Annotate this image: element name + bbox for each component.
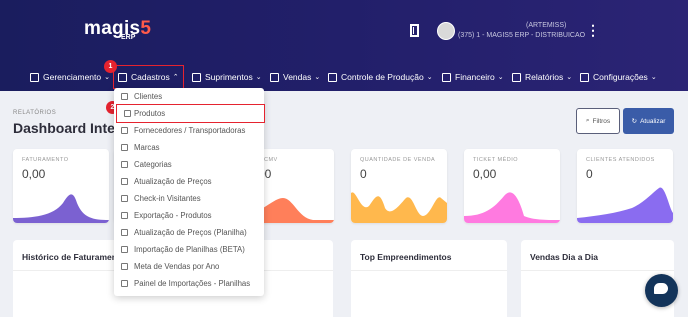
- refresh-icon: ↻: [631, 118, 638, 125]
- export-icon: [121, 212, 128, 219]
- chevron-down-icon: ⌄: [566, 74, 573, 81]
- card-quantidade-venda: QUANTIDADE DE VENDA 0: [351, 149, 447, 223]
- dollar-icon: [270, 72, 279, 82]
- nav-suprimentos[interactable]: Suprimentos ⌄: [192, 66, 262, 88]
- sparkline: [577, 187, 673, 223]
- card-label: CLIENTES ATENDIDOS: [586, 157, 655, 163]
- clipboard-icon: [512, 72, 521, 82]
- refresh-button[interactable]: ↻ Atualizar: [623, 108, 674, 134]
- card-faturamento: FATURAMENTO 0,00: [13, 149, 109, 223]
- main-nav: Gerenciamento ⌄ Cadastros ⌃ Suprimentos ⌄ V…: [0, 65, 688, 89]
- divider: [521, 270, 674, 271]
- top-header: magis5 ERP (ARTEMISS) (375) 1 - MAGIS5 E…: [0, 0, 688, 91]
- panel-title: Top Empreendimentos: [360, 252, 452, 262]
- card-clientes-atendidos: CLIENTES ATENDIDOS 0: [577, 149, 673, 223]
- gear-icon: [580, 72, 589, 82]
- chat-icon[interactable]: [645, 274, 678, 307]
- list-icon: [124, 110, 131, 117]
- users-icon: [121, 93, 128, 100]
- chevron-up-icon: ⌃: [172, 74, 179, 81]
- menu-item-atualizacao-precos-planilha[interactable]: Atualização de Preços (Planilha): [114, 224, 264, 241]
- chart-icon: [30, 72, 39, 82]
- target-icon: [121, 263, 128, 270]
- nav-financeiro[interactable]: Financeiro ⌄: [442, 66, 504, 88]
- card-label: QUANTIDADE DE VENDA: [360, 157, 436, 163]
- nav-relatorios[interactable]: Relatórios ⌄: [512, 66, 572, 88]
- menu-item-checkin-visitantes[interactable]: Check-in Visitantes: [114, 190, 264, 207]
- menu-item-produtos[interactable]: Produtos: [116, 104, 265, 123]
- user-name: (ARTEMISS): [526, 22, 567, 29]
- chevron-down-icon: ⌄: [426, 74, 433, 81]
- card-ticket-medio: TICKET MÉDIO 0,00: [464, 149, 560, 223]
- bank-icon: [442, 72, 451, 82]
- chevron-down-icon: ⌄: [314, 74, 321, 81]
- nav-cadastros[interactable]: Cadastros ⌃: [113, 65, 184, 89]
- truck-icon: [121, 127, 128, 134]
- import-icon: [121, 246, 128, 253]
- panel-title: Histórico de Faturament: [22, 252, 120, 262]
- sparkline: [351, 192, 447, 223]
- page-title: Dashboard Inte: [13, 120, 115, 136]
- avatar[interactable]: [437, 22, 455, 40]
- panel-top-empreendimentos: Top Empreendimentos: [351, 240, 507, 317]
- menu-item-exportacao-produtos[interactable]: Exportação - Produtos: [114, 207, 264, 224]
- dollar-icon: [121, 229, 128, 236]
- menu-item-marcas[interactable]: Marcas: [114, 139, 264, 156]
- panel-title: Vendas Dia a Dia: [530, 252, 599, 262]
- menu-item-atualizacao-precos[interactable]: Atualização de Preços: [114, 173, 264, 190]
- list-icon: [118, 72, 127, 82]
- dollar-icon: [121, 178, 128, 185]
- filter-button[interactable]: ⌕ Filtros: [576, 108, 620, 134]
- grid-icon: [121, 161, 128, 168]
- logo-subtitle: ERP: [121, 34, 136, 41]
- folder-icon: [192, 72, 201, 82]
- menu-item-meta-vendas[interactable]: Meta de Vendas por Ano: [114, 258, 264, 275]
- chevron-down-icon: ⌄: [497, 74, 504, 81]
- gear-icon: [328, 72, 337, 82]
- list-icon: [121, 280, 128, 287]
- chevron-down-icon: ⌄: [255, 74, 262, 81]
- chevron-down-icon: ⌄: [650, 74, 657, 81]
- menu-item-clientes[interactable]: Clientes: [114, 88, 264, 105]
- card-label: CMV: [264, 157, 278, 163]
- building-icon[interactable]: [410, 24, 419, 37]
- nav-gerenciamento[interactable]: Gerenciamento ⌄: [30, 66, 110, 88]
- step-badge-1: 1: [104, 60, 117, 73]
- user-company: (375) 1 - MAGIS5 ERP - DISTRIBUICAO: [458, 32, 586, 39]
- chevron-down-icon: ⌄: [104, 74, 110, 81]
- user-check-icon: [121, 195, 128, 202]
- cadastros-dropdown-menu: Clientes Produtos Fornecedores / Transpo…: [114, 88, 265, 296]
- breadcrumb: RELATÓRIOS: [13, 110, 57, 116]
- search-icon: ⌕: [585, 117, 590, 124]
- card-label: FATURAMENTO: [22, 157, 69, 163]
- menu-item-importacao-planilhas[interactable]: Importação de Planilhas (BETA): [114, 241, 264, 258]
- logo[interactable]: magis5: [84, 18, 151, 40]
- nav-vendas[interactable]: Vendas ⌄: [270, 66, 320, 88]
- menu-item-fornecedores[interactable]: Fornecedores / Transportadoras: [114, 122, 264, 139]
- nav-configuracoes[interactable]: Configurações ⌄: [580, 66, 657, 88]
- menu-item-painel-importacoes[interactable]: Painel de Importações - Planilhas: [114, 275, 264, 292]
- more-options-icon[interactable]: ⋮: [586, 22, 601, 39]
- divider: [351, 270, 507, 271]
- menu-item-categorias[interactable]: Categorias: [114, 156, 264, 173]
- tags-icon: [121, 144, 128, 151]
- sparkline: [13, 194, 109, 223]
- sparkline: [464, 192, 560, 223]
- nav-controle-producao[interactable]: Controle de Produção ⌄: [328, 66, 433, 88]
- card-label: TICKET MÉDIO: [473, 157, 519, 163]
